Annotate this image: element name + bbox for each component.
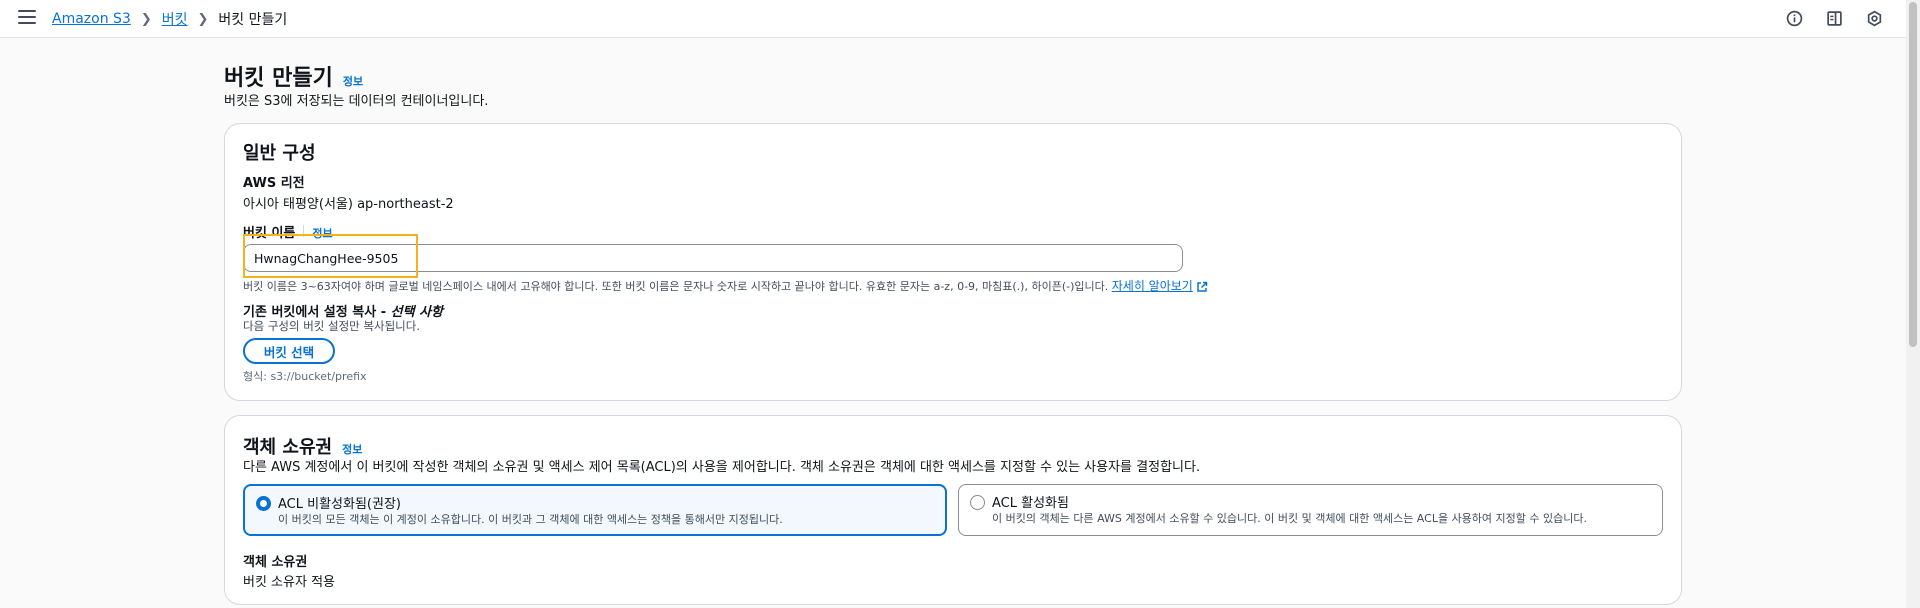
scrollbar-thumb[interactable] <box>1909 2 1917 347</box>
copy-settings-desc: 다음 구성의 버킷 설정만 복사됩니다. <box>243 319 420 333</box>
chevron-right-icon: ❯ <box>197 11 209 27</box>
object-ownership-info-link[interactable]: 정보 <box>342 441 362 457</box>
page-scrollbar[interactable] <box>1906 0 1920 608</box>
object-ownership-panel: 객체 소유권 정보 다른 AWS 계정에서 이 버킷에 작성한 객체의 소유권 … <box>224 415 1682 605</box>
acl-enabled-option[interactable]: ACL 활성화됨 이 버킷의 객체는 다른 AWS 계정에서 소유할 수 있습니… <box>958 484 1663 536</box>
notifications-panel-icon[interactable] <box>1824 8 1844 28</box>
acl-disabled-radio[interactable] <box>256 496 271 511</box>
top-navigation-bar: Amazon S3 ❯ 버킷 ❯ 버킷 만들기 <box>0 0 1906 38</box>
object-owner-value: 버킷 소유자 적용 <box>243 575 335 590</box>
page-title: 버킷 만들기 정보 <box>224 60 363 92</box>
object-ownership-description: 다른 AWS 계정에서 이 버킷에 작성한 객체의 소유권 및 액세스 제어 목… <box>243 460 1201 475</box>
acl-disabled-title: ACL 비활성화됨(권장) <box>278 497 401 512</box>
bucket-name-hint: 버킷 이름은 3~63자여야 하며 글로벌 네임스페이스 내에서 고유해야 합니… <box>243 277 1208 294</box>
page-title-text: 버킷 만들기 <box>224 66 333 91</box>
format-hint: 형식: s3://bucket/prefix <box>243 370 367 383</box>
acl-enabled-desc: 이 버킷의 객체는 다른 AWS 계정에서 소유할 수 있습니다. 이 버킷 및… <box>992 512 1587 525</box>
bucket-name-input[interactable] <box>243 244 1183 272</box>
learn-more-link[interactable]: 자세히 알아보기 <box>1112 279 1208 293</box>
label-divider <box>303 225 305 237</box>
chevron-right-icon: ❯ <box>140 11 152 27</box>
aws-region-value: 아시아 태평양(서울) ap-northeast-2 <box>243 197 454 212</box>
choose-bucket-button[interactable]: 버킷 선택 <box>243 338 335 364</box>
breadcrumb-current: 버킷 만들기 <box>218 12 288 28</box>
menu-icon[interactable] <box>18 10 36 26</box>
learn-more-text: 자세히 알아보기 <box>1111 279 1193 293</box>
bucket-name-info-link[interactable]: 정보 <box>312 225 332 241</box>
object-owner-label: 객체 소유권 <box>243 555 308 570</box>
bucket-name-label: 버킷 이름 <box>243 226 296 241</box>
general-configuration-panel: 일반 구성 AWS 리전 아시아 태평양(서울) ap-northeast-2 … <box>224 123 1682 401</box>
page-description: 버킷은 S3에 저장되는 데이터의 컨테이너입니다. <box>224 94 489 109</box>
bucket-name-hint-text: 버킷 이름은 3~63자여야 하며 글로벌 네임스페이스 내에서 고유해야 합니… <box>243 280 1109 293</box>
acl-enabled-title: ACL 활성화됨 <box>992 496 1069 511</box>
aws-region-label: AWS 리전 <box>243 176 305 191</box>
acl-disabled-desc: 이 버킷의 모든 객체는 이 계정이 소유합니다. 이 버킷과 그 객체에 대한… <box>278 513 783 526</box>
acl-disabled-option[interactable]: ACL 비활성화됨(권장) 이 버킷의 모든 객체는 이 계정이 소유합니다. … <box>243 484 947 536</box>
settings-hex-icon[interactable] <box>1864 8 1884 28</box>
external-link-icon <box>1197 281 1208 292</box>
breadcrumb: Amazon S3 ❯ 버킷 ❯ 버킷 만들기 <box>52 9 287 29</box>
page-info-link[interactable]: 정보 <box>343 73 363 89</box>
breadcrumb-amazon-s3[interactable]: Amazon S3 <box>52 11 131 27</box>
info-circle-icon[interactable] <box>1784 8 1804 28</box>
breadcrumb-buckets[interactable]: 버킷 <box>162 9 188 29</box>
general-configuration-heading: 일반 구성 <box>243 143 316 164</box>
bucket-name-label-row: 버킷 이름 정보 <box>243 222 333 241</box>
acl-enabled-radio[interactable] <box>970 495 985 510</box>
